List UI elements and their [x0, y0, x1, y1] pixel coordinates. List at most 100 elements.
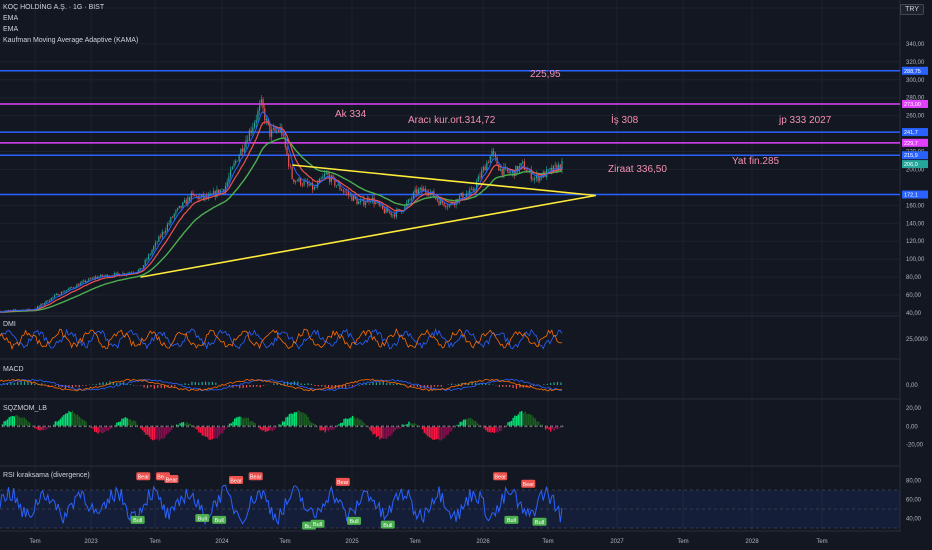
sqz-bar	[64, 413, 67, 427]
candle-body	[385, 207, 387, 213]
price-tick-label: 100,00	[906, 257, 925, 263]
candle-body	[180, 205, 182, 208]
sqz-dot	[150, 425, 152, 428]
candle-body	[325, 172, 327, 175]
sqz-dot	[478, 425, 480, 428]
sqz-dot	[498, 425, 500, 428]
sqz-dot	[480, 425, 482, 428]
sqz-dot	[495, 425, 497, 428]
candle-body	[440, 199, 442, 205]
candle-body	[165, 230, 167, 233]
candle-body	[236, 160, 239, 162]
sqz-bar	[290, 413, 292, 427]
price-tick-label: 160,00	[906, 203, 925, 209]
sqz-dot	[433, 425, 436, 428]
candle-body	[183, 200, 186, 203]
sqz-dot	[406, 425, 408, 428]
sqz-dot	[198, 425, 200, 428]
macd-hist-bar	[256, 385, 258, 387]
candle-body	[195, 196, 198, 197]
candle-body	[510, 172, 512, 174]
sqz-dot	[292, 425, 294, 428]
sqz-bar	[76, 414, 79, 427]
macd-hist-bar	[345, 385, 347, 388]
macd-hist-bar	[3, 384, 5, 385]
sqz-dot	[140, 425, 142, 428]
sqz-dot	[322, 425, 325, 428]
macd-hist-bar	[454, 384, 456, 385]
candle-body	[484, 166, 486, 171]
sqz-bar	[211, 426, 214, 439]
sqz-dot	[546, 425, 548, 428]
sqz-dot	[58, 425, 60, 428]
macd-hist-bar	[194, 381, 196, 385]
sqz-bar	[428, 426, 431, 438]
sqz-bar	[464, 419, 467, 427]
sqz-dot	[10, 425, 12, 428]
sqz-bar	[129, 419, 132, 427]
currency-badge[interactable]: TRY	[900, 4, 924, 15]
sqz-dot	[427, 425, 429, 428]
macd-hist-bar	[95, 384, 97, 385]
sqz-bar	[11, 415, 14, 427]
sqz-bar	[437, 426, 439, 440]
candle-body	[416, 189, 418, 194]
macd-hist-bar	[502, 385, 504, 387]
macd-hist-bar	[474, 382, 477, 385]
sqz-dot	[420, 425, 422, 428]
sqz-bar	[444, 426, 446, 438]
candle-body	[493, 151, 495, 154]
sqz-dot	[286, 425, 289, 428]
macd-hist-bar	[375, 382, 378, 385]
sqz-dot	[305, 425, 307, 428]
sqz-bar	[220, 426, 222, 434]
sqz-bar	[78, 416, 80, 427]
candle-body	[347, 192, 350, 195]
sqz-dot	[165, 425, 167, 428]
sqz-bar	[23, 417, 26, 427]
sqz-dot	[136, 425, 138, 428]
sqz-dot	[182, 425, 184, 428]
sqz-dot	[541, 425, 543, 428]
price-tick-label: 60,00	[906, 293, 922, 299]
macd-hist-bar	[34, 383, 36, 385]
candle-body	[139, 268, 141, 270]
sqz-bar	[353, 417, 355, 427]
price-tick-label: 200,00	[906, 167, 925, 173]
sqz-dot	[497, 425, 499, 428]
sqz-bar	[75, 414, 77, 427]
candle-body	[308, 184, 310, 186]
macd-hist-bar	[174, 385, 176, 387]
macd-hist-bar	[163, 385, 166, 389]
sqz-bar	[81, 419, 84, 427]
sqz-bar	[302, 412, 304, 427]
sqz-bar	[495, 426, 497, 433]
sqz-dot	[440, 425, 442, 428]
sqz-bar	[93, 426, 96, 432]
sqz-dot	[454, 425, 456, 428]
candle-body	[520, 163, 522, 167]
price-tick-label: 320,00	[906, 60, 925, 66]
sqz-bar	[99, 426, 101, 433]
chart-canvas[interactable]: Tem 2023 Tem 2024 Tem 2025 Tem 2026 Tem 2027 Tem 20…	[0, 0, 932, 550]
candle-body	[363, 199, 365, 205]
sqz-dot	[145, 425, 147, 428]
rsi-bear-label: Bear	[337, 480, 349, 486]
sqz-bar	[298, 411, 301, 427]
sqz-bar	[350, 417, 352, 427]
sqz-dot	[435, 425, 437, 428]
sqz-dot	[521, 425, 523, 428]
sqz-bar	[145, 426, 147, 435]
sqz-dot	[377, 425, 379, 428]
candle-body	[337, 184, 339, 186]
sqz-dot	[510, 425, 512, 428]
sqz-bar	[215, 426, 217, 439]
sqz-bar	[304, 413, 306, 427]
sqz-dot	[15, 425, 17, 428]
sqz-bar	[527, 413, 530, 427]
sqz-bar	[22, 417, 24, 427]
sqz-dot	[199, 425, 202, 428]
sqz-dot	[490, 425, 492, 428]
candle-body	[534, 177, 536, 180]
candle-body	[271, 129, 273, 137]
